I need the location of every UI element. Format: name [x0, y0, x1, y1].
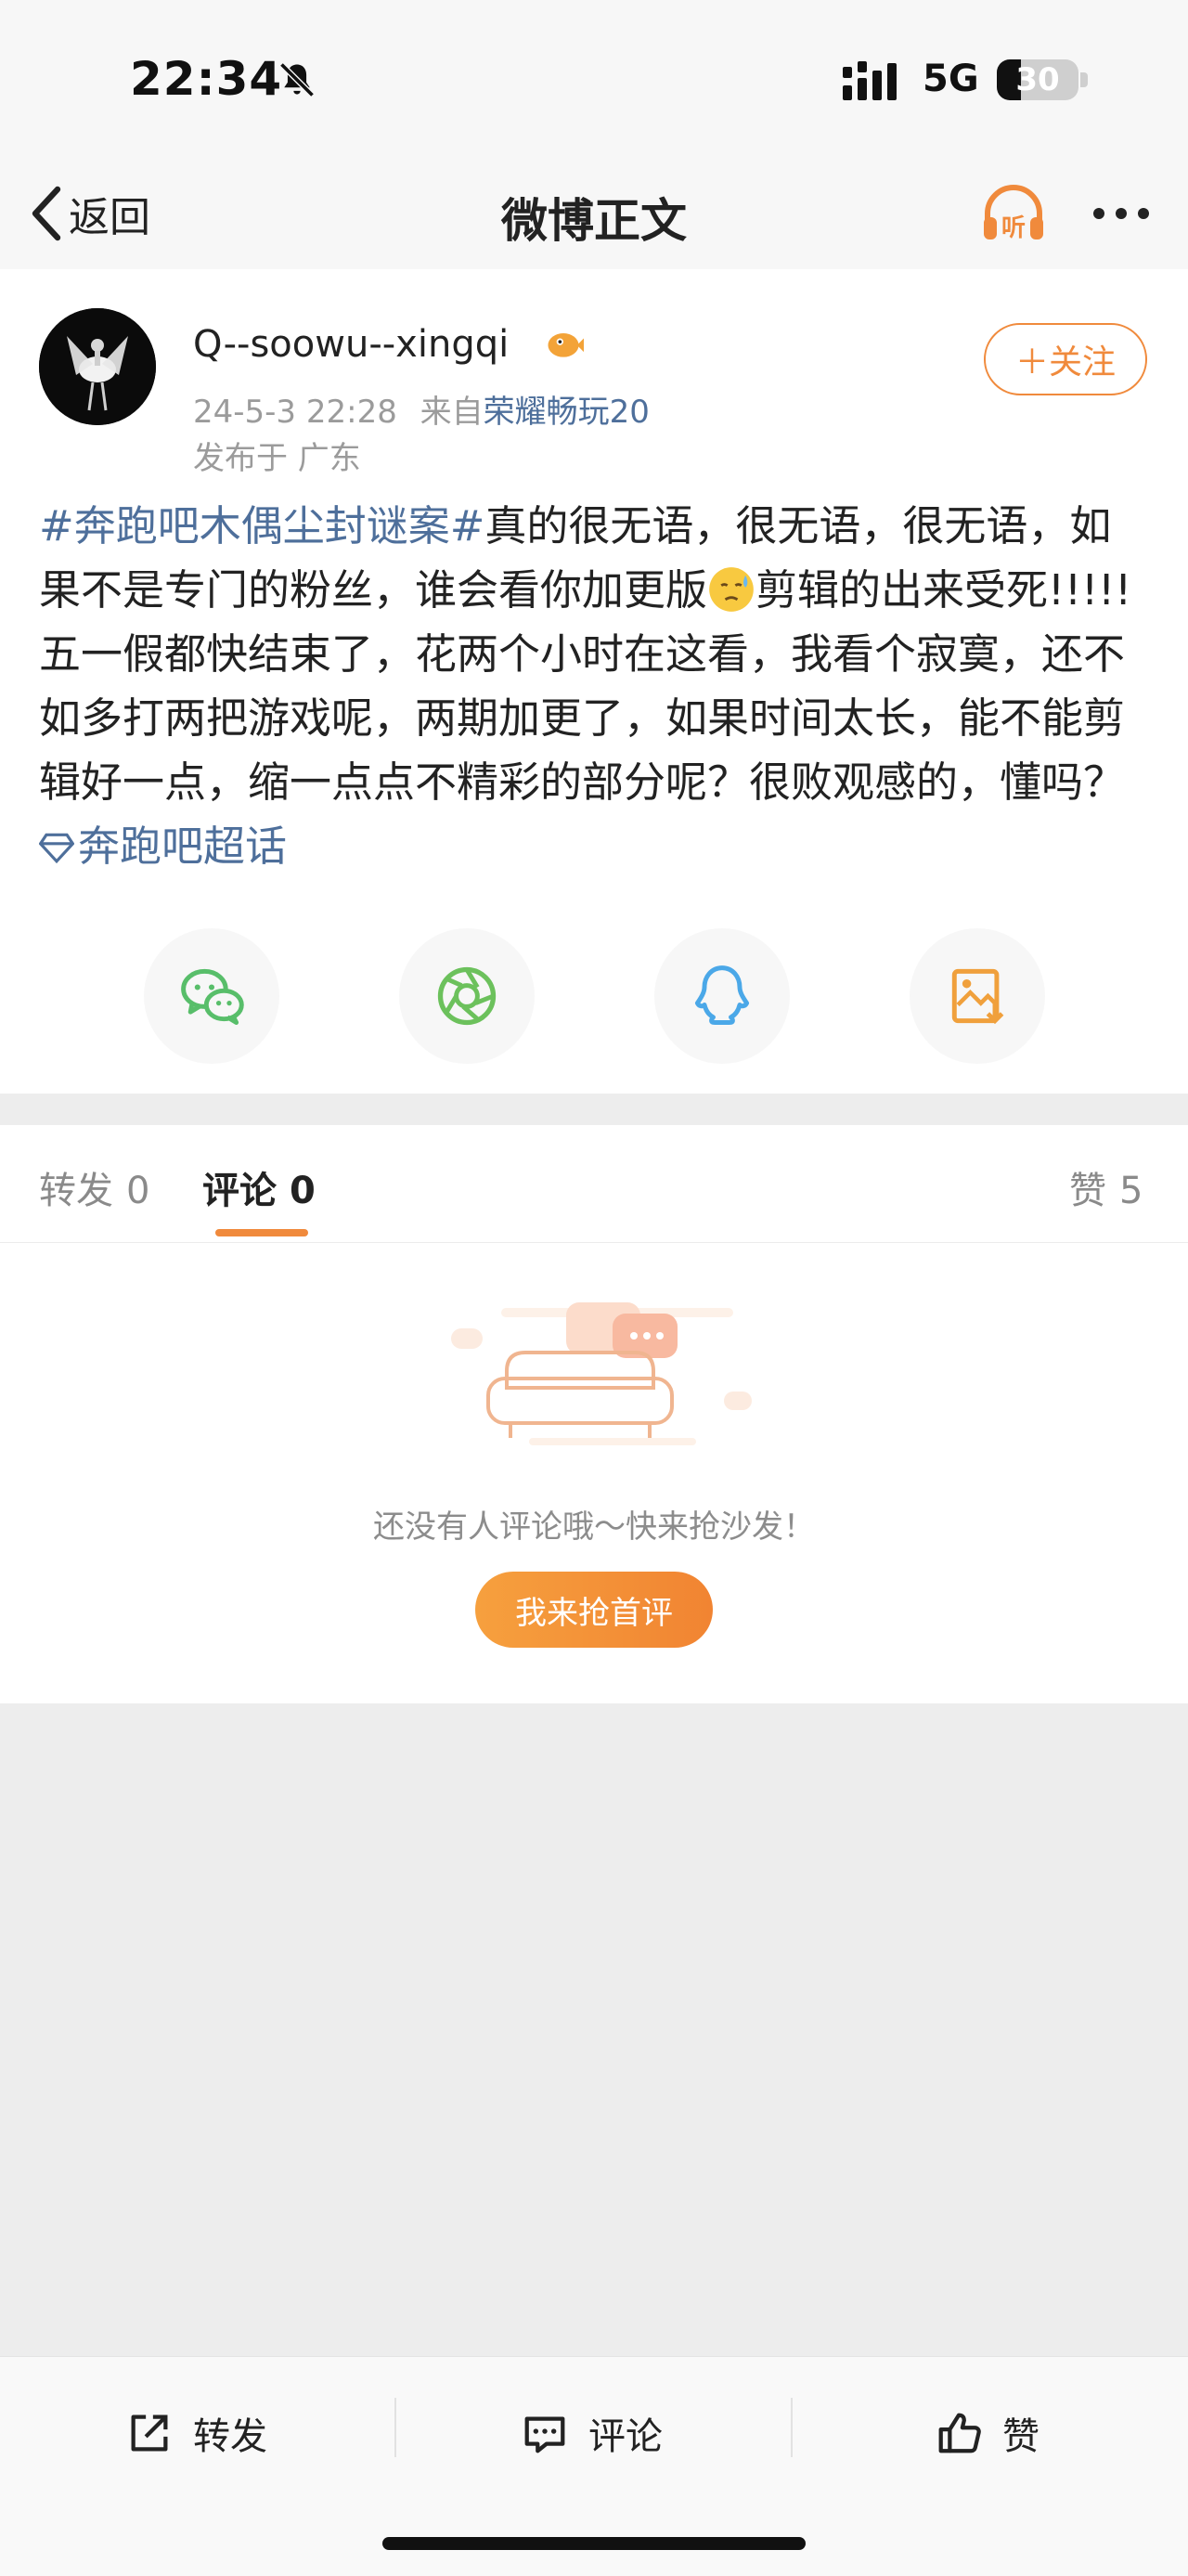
wechat-icon [181, 968, 244, 1025]
username[interactable]: Q--soowu--xingqi [193, 323, 509, 366]
active-tab-indicator [215, 1229, 308, 1236]
first-comment-button[interactable]: 我来抢首评 [475, 1572, 713, 1648]
toolbar-divider [791, 2398, 793, 2457]
tab-reposts[interactable]: 转发 0 [39, 1160, 149, 1214]
share-row [0, 928, 1188, 1068]
repost-icon [131, 2414, 168, 2452]
tab-reposts-count: 0 [126, 1170, 150, 1212]
tab-likes[interactable]: 赞5 [1069, 1160, 1143, 1214]
nav-bar: 返回 微博正文 听 [0, 158, 1188, 270]
like-button[interactable]: 赞 [934, 2403, 1040, 2463]
more-icon[interactable] [1084, 186, 1158, 241]
topic-link[interactable]: #奔跑吧木偶尘封谜案# [39, 501, 484, 550]
comment-label: 评论 [588, 2415, 663, 2458]
tab-comments[interactable]: 评论 0 [202, 1160, 316, 1214]
sweat-face-emoji-icon [709, 567, 754, 612]
post-location: 发布于 广东 [193, 440, 361, 477]
signal-icon [843, 61, 897, 100]
share-moments-button[interactable] [399, 928, 535, 1064]
tab-comments-count: 0 [290, 1170, 316, 1212]
qq-icon [694, 965, 750, 1025]
battery-cap [1080, 72, 1088, 87]
post-device[interactable]: 荣耀畅玩20 [484, 394, 650, 431]
avatar[interactable] [39, 308, 156, 425]
share-wechat-button[interactable] [144, 928, 279, 1064]
battery-percent: 30 [1015, 61, 1060, 98]
repost-button[interactable]: 转发 [124, 2403, 267, 2463]
thumbs-up-icon [938, 2413, 981, 2453]
super-topic-label: 奔跑吧超话 [78, 822, 288, 871]
toolbar-divider [394, 2398, 396, 2457]
share-qq-button[interactable] [654, 928, 790, 1064]
save-image-icon [951, 968, 1004, 1025]
empty-sofa-illustration [451, 1302, 752, 1445]
post-text: #奔跑吧木偶尘封谜案#真的很无语，很无语，很无语，如果不是专门的粉丝，谁会看你加… [39, 494, 1153, 878]
save-image-button[interactable] [910, 928, 1045, 1064]
home-indicator [382, 2537, 806, 2550]
comments-section: 还没有人评论哦～快来抢沙发！ 我来抢首评 [0, 1243, 1188, 1703]
headphones-listen-icon[interactable]: 听 [976, 176, 1051, 251]
listen-glyph: 听 [1001, 214, 1026, 242]
post-date: 24-5-3 22:28 [193, 394, 397, 431]
comment-button[interactable]: 评论 [520, 2403, 663, 2463]
like-label: 赞 [1002, 2415, 1040, 2458]
follow-button[interactable]: ＋关注 [984, 323, 1147, 395]
bell-muted-icon [279, 62, 315, 97]
empty-comments-text: 还没有人评论哦～快来抢沙发！ [373, 1508, 815, 1546]
network-type: 5G [923, 58, 979, 100]
comment-icon [524, 2416, 565, 2453]
post-card: Q--soowu--xingqi 24-5-3 22:28 来自荣耀畅玩20 发… [0, 269, 1188, 1094]
diamond-icon [39, 833, 74, 864]
tab-likes-count: 5 [1119, 1170, 1143, 1212]
repost-label: 转发 [193, 2415, 267, 2458]
battery-icon: 30 [997, 59, 1078, 100]
status-bar: 22:34 5G 30 [0, 0, 1188, 158]
avatar-image [39, 308, 156, 425]
moments-icon [437, 966, 497, 1026]
from-label: 来自 [420, 394, 484, 431]
tab-likes-label: 赞 [1069, 1170, 1106, 1212]
tabs-bar: 转发 0 评论 0 赞5 [0, 1125, 1188, 1243]
tab-reposts-label: 转发 [39, 1170, 113, 1212]
status-time: 22:34 [130, 52, 283, 106]
post-meta: 24-5-3 22:28 来自荣耀畅玩20 [193, 386, 650, 432]
super-topic-link[interactable]: 奔跑吧超话 [39, 822, 287, 871]
fish-badge-icon [548, 333, 584, 357]
tab-comments-label: 评论 [202, 1170, 277, 1212]
